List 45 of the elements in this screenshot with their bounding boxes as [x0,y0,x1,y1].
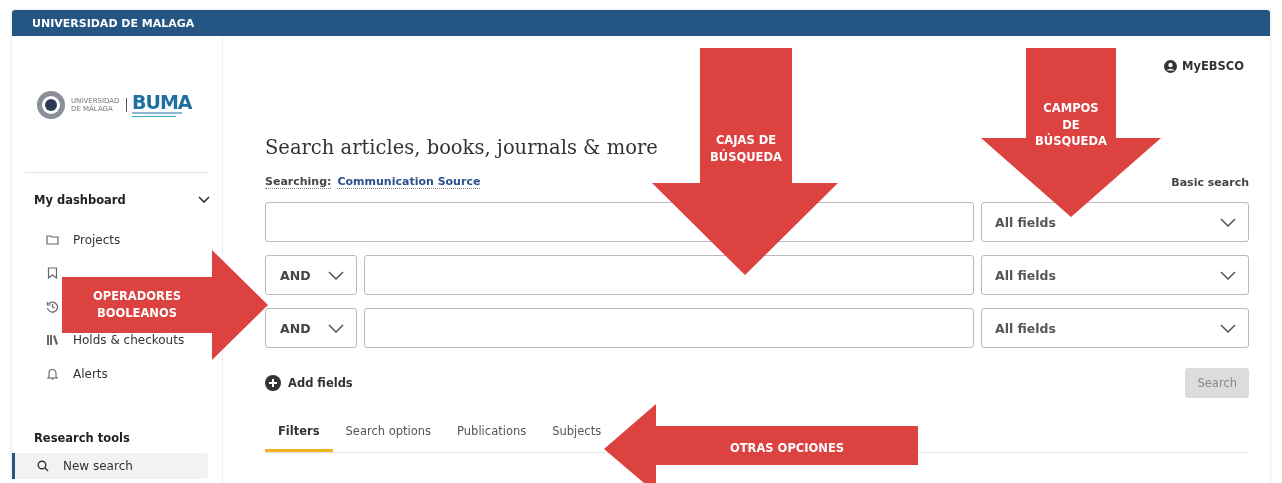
tab[interactable]: Search options [332,424,445,452]
chevron-icon [198,196,210,204]
search-icon [37,459,49,472]
section-title: Research tools [34,430,131,445]
user-icon [1163,59,1177,73]
bookmark-icon [46,267,59,280]
basic-search-link[interactable]: Basic search [1171,175,1249,189]
bell-icon [46,367,59,380]
annotation-label: CAMPOS DE BÚSQUEDA [1034,100,1108,150]
history-icon [46,300,59,313]
university-seal-icon [36,90,66,120]
sidebar-item[interactable]: Alerts [73,366,108,381]
annotation-label: OTRAS OPCIONES [728,440,846,457]
institution-name: UNIVERSIDAD DE MALAGA [32,16,195,30]
annotation-label: CAJAS DE BÚSQUEDA [709,132,783,166]
sidebar-item[interactable]: Holds & checkouts [73,333,185,348]
sidebar-item[interactable]: Projects [73,232,121,247]
operator-dropdown[interactable]: AND [265,255,357,295]
plus-circle-icon [265,375,281,391]
chevron-icon [328,270,344,280]
dashboard-toggle[interactable]: My dashboard [34,193,210,207]
field-dropdown[interactable]: All fields [981,308,1249,348]
annotation-label: OPERADORES BOOLEANOS [91,288,183,322]
tab[interactable]: Filters [265,424,333,452]
account-link[interactable]: MyEBSCO [1163,59,1244,73]
field-dropdown[interactable]: All fields [981,255,1249,295]
operator-dropdown[interactable]: AND [265,308,357,348]
library-logo-text: BUMA [132,92,192,112]
chevron-icon [1220,270,1236,280]
tab[interactable]: Publications [444,424,540,452]
add-fields-button[interactable]: Add fields [265,375,353,391]
folder-icon [46,234,59,246]
page-heading: Search articles, books, journals & more [265,136,658,159]
field-dropdown[interactable]: All fields [981,202,1249,242]
database-link[interactable]: Communication Source [337,175,481,189]
chevron-icon [1220,323,1236,333]
chevron-icon [328,323,344,333]
search-input-field[interactable] [364,255,974,295]
searching-label: Searching: [265,175,332,189]
logo-lines-drawing [132,111,182,118]
sidebar-item[interactable]: New search [12,452,208,479]
chevron-icon [1220,217,1236,227]
search-input-field[interactable] [364,308,974,348]
tab[interactable]: Subjects [539,424,615,452]
books-icon [46,334,59,347]
